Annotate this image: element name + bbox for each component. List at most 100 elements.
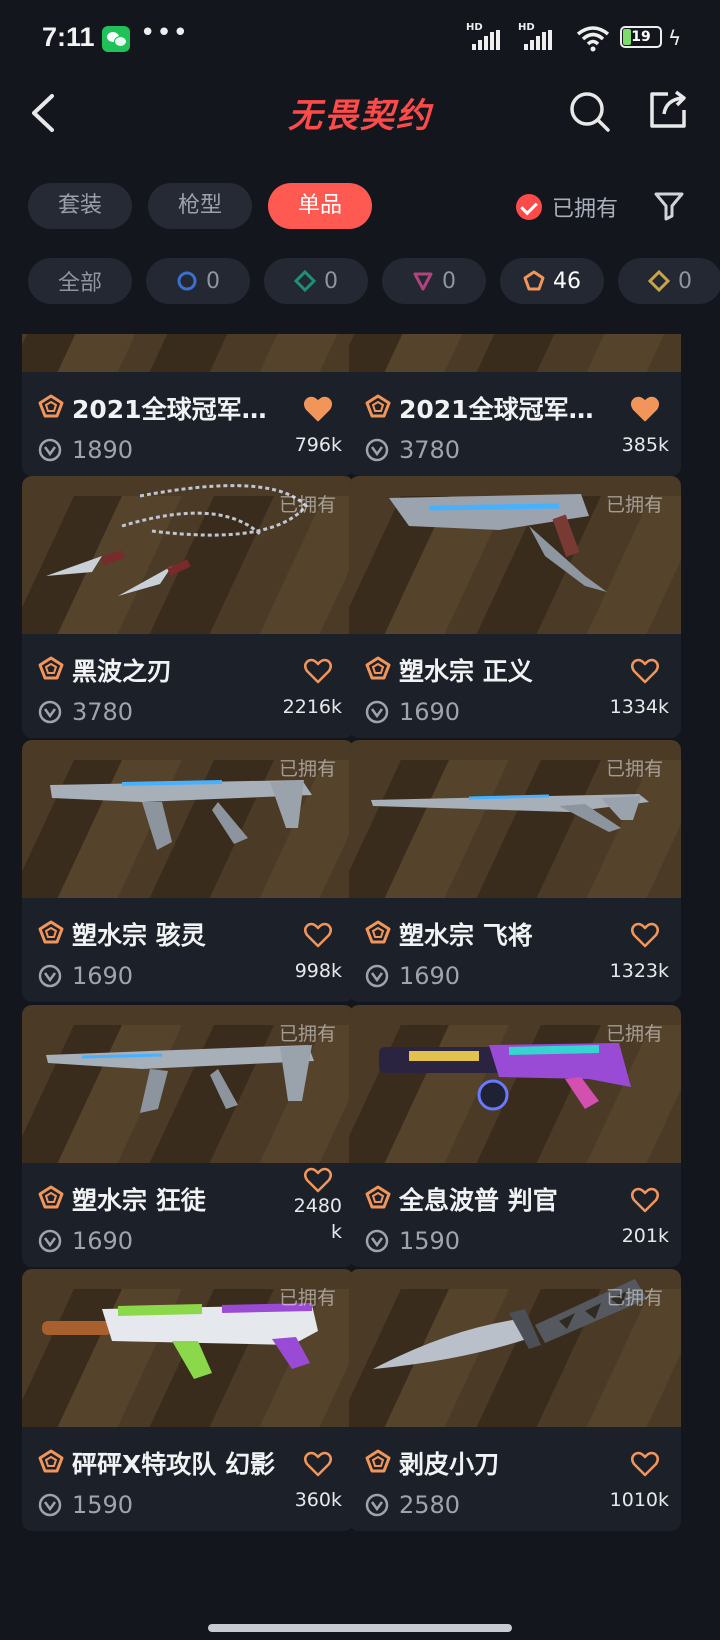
search-icon[interactable] (566, 88, 612, 134)
heart-icon[interactable] (304, 658, 332, 684)
heart-icon[interactable] (304, 1167, 332, 1193)
skin-image: 已拥有 (349, 740, 681, 898)
skin-image (349, 334, 681, 372)
pentagon-tier-icon (523, 270, 545, 291)
heart-icon[interactable] (631, 1451, 659, 1477)
skin-image: 已拥有 (349, 1269, 681, 1427)
rarity-count: 46 (553, 268, 581, 294)
weapon-image (22, 334, 354, 372)
skin-info: 塑水宗 飞将 1690 1323k (349, 898, 681, 1002)
owned-tag: 已拥有 (605, 1023, 663, 1045)
like-count: 2480 k (293, 1195, 342, 1243)
skin-card[interactable]: 已拥有全息波普 判官 1590 201k (349, 1005, 681, 1267)
heart-icon[interactable] (631, 1187, 659, 1213)
skin-card[interactable]: 已拥有 塑水宗 正义 1690 1334k (349, 476, 681, 738)
filter-icon[interactable] (652, 188, 686, 222)
skin-image: 已拥有 (349, 476, 681, 634)
heart-icon[interactable] (304, 1451, 332, 1477)
skin-price: 1890 (72, 436, 134, 464)
weapon-image (349, 334, 681, 372)
like-count: 385k (621, 434, 669, 456)
skin-card[interactable]: 已拥有 塑水宗 狂徒 1690 2480 k (22, 1005, 354, 1267)
skin-image: 已拥有 (22, 740, 354, 898)
skin-card[interactable]: 已拥有 黑波之刃 3780 2216k (22, 476, 354, 738)
category-tabs: 套装 枪型 单品 (28, 183, 373, 229)
skin-price: 1690 (399, 698, 461, 726)
rarity-filter-bar: 全部 0 0 0 46 0 (28, 258, 720, 304)
rarity-chip-ultra[interactable]: 0 (618, 258, 720, 304)
rarity-chip-premium[interactable]: 0 (382, 258, 486, 304)
owned-tag: 已拥有 (605, 1287, 663, 1309)
pentagon-tier-icon (365, 1449, 391, 1473)
skin-name: 塑水宗 飞将 (399, 921, 533, 950)
skin-name: 全息波普 判官 (399, 1186, 558, 1215)
heart-icon[interactable] (631, 396, 659, 422)
home-indicator[interactable] (208, 1624, 512, 1632)
pentagon-tier-icon (38, 656, 64, 680)
heart-icon[interactable] (304, 922, 332, 948)
pentagon-tier-icon (38, 394, 64, 418)
like-count: 1334k (609, 696, 669, 718)
charging-icon: ϟ (668, 26, 682, 50)
vp-currency-icon (38, 1493, 62, 1517)
rarity-chip-exclusive[interactable]: 46 (500, 258, 604, 304)
pentagon-tier-icon (38, 1449, 64, 1473)
heart-icon[interactable] (631, 922, 659, 948)
rarity-chip-all[interactable]: 全部 (28, 258, 132, 304)
vp-currency-icon (365, 1229, 389, 1253)
skin-name: 砰砰X特攻队 幻影 (72, 1450, 275, 1479)
heart-icon[interactable] (631, 658, 659, 684)
skin-name: 剥皮小刀 (399, 1450, 500, 1479)
vp-currency-icon (38, 700, 62, 724)
like-count: 360k (294, 1489, 342, 1511)
owned-filter-toggle[interactable]: 已拥有 (516, 190, 618, 224)
like-count: 2216k (282, 696, 342, 718)
skin-name: 2021全球冠军… (72, 395, 267, 424)
rarity-count: 0 (442, 268, 456, 294)
skin-card[interactable]: 已拥有剥皮小刀 2580 1010k (349, 1269, 681, 1531)
rarity-chip-select[interactable]: 0 (146, 258, 250, 304)
pentagon-tier-icon (38, 920, 64, 944)
skin-card[interactable]: 已拥有塑水宗 骇灵 1690 998k (22, 740, 354, 1002)
triangle-tier-icon (413, 272, 433, 291)
pentagon-tier-icon (365, 1185, 391, 1209)
tab-weapon-type[interactable]: 枪型 (148, 183, 253, 229)
rarity-count: 0 (324, 268, 338, 294)
share-icon[interactable] (646, 88, 690, 132)
skin-info: 剥皮小刀 2580 1010k (349, 1427, 681, 1531)
diamond-gold-tier-icon (648, 270, 670, 292)
tab-bundle[interactable]: 套装 (28, 183, 133, 229)
like-count: 201k (621, 1225, 669, 1247)
owned-tag: 已拥有 (278, 1023, 336, 1045)
rarity-count: 0 (678, 268, 692, 294)
pentagon-tier-icon (365, 920, 391, 944)
owned-filter-label: 已拥有 (552, 197, 619, 222)
battery-icon: 19 (620, 26, 662, 48)
rarity-chip-deluxe[interactable]: 0 (264, 258, 368, 304)
tab-single-item[interactable]: 单品 (268, 183, 373, 229)
pentagon-tier-icon (365, 394, 391, 418)
owned-tag: 已拥有 (605, 758, 663, 780)
diamond-tier-icon (294, 270, 316, 292)
skin-info: 2021全球冠军… 1890 796k (22, 372, 354, 476)
skin-image: 已拥有 (22, 1269, 354, 1427)
skin-card[interactable]: 2021全球冠军… 1890 796k (22, 334, 354, 476)
heart-icon[interactable] (304, 396, 332, 422)
rarity-count: 0 (206, 268, 220, 294)
owned-tag: 已拥有 (278, 758, 336, 780)
skin-card[interactable]: 已拥有塑水宗 飞将 1690 1323k (349, 740, 681, 1002)
skin-info: 全息波普 判官 1590 201k (349, 1163, 681, 1267)
skin-card[interactable]: 已拥有 砰砰X特攻队 幻影 1590 360k (22, 1269, 354, 1531)
skin-info: 砰砰X特攻队 幻影 1590 360k (22, 1427, 354, 1531)
skin-card[interactable]: 2021全球冠军… 3780 385k (349, 334, 681, 476)
check-icon (516, 194, 542, 220)
skin-info: 塑水宗 正义 1690 1334k (349, 634, 681, 738)
owned-tag: 已拥有 (278, 494, 336, 516)
like-count: 998k (294, 960, 342, 982)
like-count: 1010k (609, 1489, 669, 1511)
like-count: 796k (294, 434, 342, 456)
skin-info: 2021全球冠军… 3780 385k (349, 372, 681, 476)
vp-currency-icon (38, 964, 62, 988)
skin-info: 塑水宗 骇灵 1690 998k (22, 898, 354, 1002)
skin-price: 3780 (72, 698, 134, 726)
